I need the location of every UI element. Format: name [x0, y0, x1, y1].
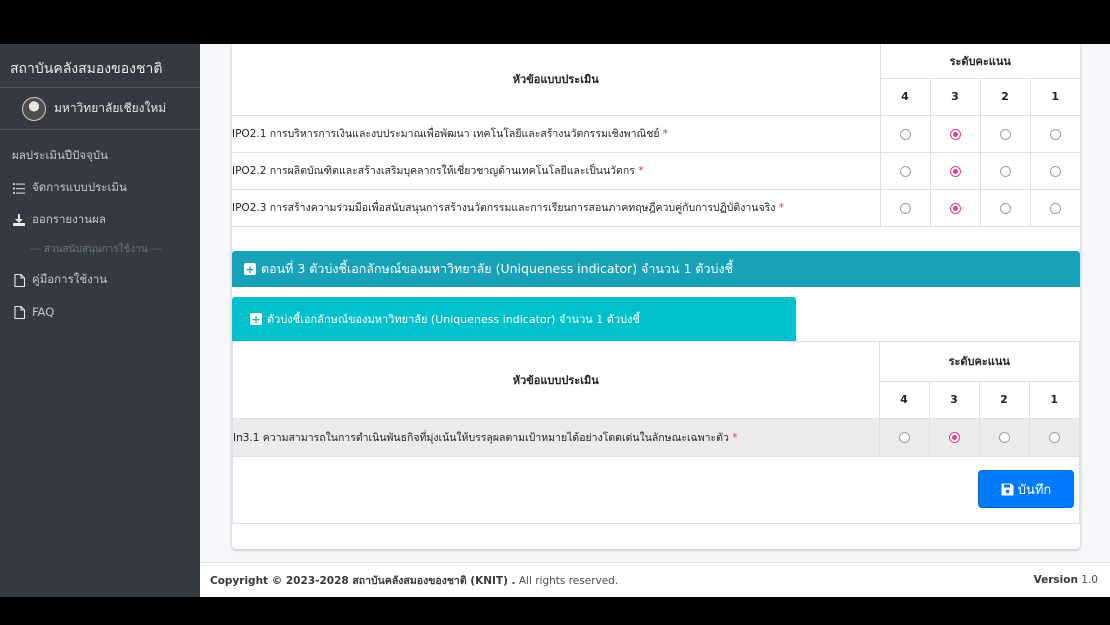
score-radio-4[interactable]	[899, 165, 911, 177]
plus-square-icon[interactable]: +	[250, 313, 262, 325]
app-window: สถาบันคลังสมองของชาติ มหาวิทยาลัยเชียงให…	[0, 44, 1110, 597]
sidebar-item-label: ผลประเมินปีปัจจุบัน	[12, 148, 109, 162]
brand-title[interactable]: สถาบันคลังสมองของชาติ	[0, 44, 200, 88]
score-radio-1[interactable]	[1049, 128, 1061, 140]
required-mark: *	[638, 165, 644, 177]
score-radio-3[interactable]	[949, 165, 961, 177]
section3-title: ตอนที่ 3 ตัวบ่งชี้เอกลักษณ์ของมหาวิทยาลั…	[261, 261, 734, 276]
score-radio-3[interactable]	[948, 432, 960, 443]
score-radio-2[interactable]	[999, 128, 1011, 140]
sub-tab-title: ตัวบ่งชี้เอกลักษณ์ของมหาวิทยาลัย (Unique…	[267, 313, 640, 326]
column-header-score: ระดับคะแนน	[878, 342, 1079, 382]
table-row: IPO2.2 การผลิตบัณฑิตและสร้างเสริมบุคลากร…	[232, 152, 1080, 190]
sidebar-item-manual[interactable]: คู่มือการใช้งาน	[0, 264, 200, 296]
copyright-text: Copyright © 2023-2028 สถาบันคลังสมองของช…	[210, 574, 516, 587]
file-icon	[12, 273, 26, 287]
plus-square-icon[interactable]: +	[244, 263, 256, 275]
section3-header[interactable]: + ตอนที่ 3 ตัวบ่งชี้เอกลักษณ์ของมหาวิทยา…	[232, 251, 1080, 287]
user-panel[interactable]: มหาวิทยาลัยเชียงใหม่	[0, 88, 200, 130]
sidebar-item-label: ออกรายงานผล	[32, 212, 106, 226]
sidebar: สถาบันคลังสมองของชาติ มหาวิทยาลัยเชียงให…	[0, 44, 200, 597]
score-radio-3[interactable]	[949, 128, 961, 140]
score-radio-4[interactable]	[899, 202, 911, 214]
page-footer: Copyright © 2023-2028 สถาบันคลังสมองของช…	[200, 562, 1110, 597]
sidebar-item-label: FAQ	[32, 305, 55, 319]
sidebar-item-export-report[interactable]: ออกรายงานผล	[0, 204, 200, 236]
column-header-question: หัวข้อแบบประเมิน	[233, 342, 879, 419]
download-icon	[12, 213, 26, 227]
uniqueness-card: หัวข้อแบบประเมิน ระดับคะแนน 4 3 2 1 In3.…	[232, 341, 1080, 524]
sidebar-item-label: คู่มือการใช้งาน	[32, 272, 108, 286]
save-button[interactable]: บันทึก	[978, 470, 1074, 508]
score-radio-2[interactable]	[998, 432, 1010, 443]
score-radio-4[interactable]	[898, 432, 910, 443]
sidebar-section-header: --- ส่วนสนับสนุนการใช้งาน ---	[30, 244, 162, 255]
score-level-header: 2	[979, 78, 1030, 116]
sidebar-item-label: จัดการแบบประเมิน	[32, 180, 127, 194]
version-label: Version	[1033, 574, 1078, 586]
question-cell: In3.1 ความสามารถในการดำเนินพันธกิจที่มุ่…	[233, 418, 879, 457]
required-mark: *	[778, 202, 784, 214]
score-level-header: 4	[878, 381, 929, 419]
card-footer-space	[233, 457, 1079, 523]
score-radio-4[interactable]	[899, 128, 911, 140]
score-level-header: 4	[879, 78, 930, 116]
main-content: หัวข้อแบบประเมิน ระดับคะแนน 4 3 2 1 IPO2…	[200, 44, 1110, 597]
required-mark: *	[732, 431, 738, 444]
screen-bottom-bar	[0, 597, 1110, 625]
score-radio-2[interactable]	[999, 165, 1011, 177]
question-text: IPO2.3 การสร้างความร่วมมือเพื่อสนับสนุนก…	[232, 202, 776, 214]
sidebar-item-faq[interactable]: FAQ	[0, 296, 200, 328]
question-text: In3.1 ความสามารถในการดำเนินพันธกิจที่มุ่…	[233, 431, 729, 444]
score-radio-1[interactable]	[1049, 165, 1061, 177]
question-cell: IPO2.2 การผลิตบัณฑิตและสร้างเสริมบุคลากร…	[232, 152, 880, 190]
evaluation-table-part2: หัวข้อแบบประเมิน ระดับคะแนน 4 3 2 1 IPO2…	[232, 44, 1080, 227]
sidebar-item-current-results[interactable]: ผลประเมินปีปัจจุบัน	[0, 140, 200, 172]
score-radio-1[interactable]	[1048, 432, 1060, 443]
version-value: 1.0	[1077, 574, 1098, 586]
version: Version 1.0	[1034, 574, 1098, 586]
required-mark: *	[662, 128, 669, 140]
score-level-header: 1	[1028, 381, 1079, 419]
list-icon	[12, 181, 26, 195]
score-level-header: 3	[929, 78, 980, 116]
score-radio-1[interactable]	[1049, 202, 1061, 214]
score-radio-2[interactable]	[999, 202, 1011, 214]
column-header-question: หัวข้อแบบประเมิน	[232, 44, 880, 116]
score-level-header: 3	[928, 381, 979, 419]
table-row: In3.1 ความสามารถในการดำเนินพันธกิจที่มุ่…	[233, 418, 1079, 457]
question-text: IPO2.1 การบริหารการเงินและงบประมาณเพื่อพ…	[232, 128, 660, 140]
sidebar-nav: ผลประเมินปีปัจจุบัน จัดการแบบประเมิน ออก…	[0, 130, 200, 328]
file-icon	[12, 305, 26, 319]
copyright: Copyright © 2023-2028 สถาบันคลังสมองของช…	[210, 572, 618, 589]
sidebar-item-manage-forms[interactable]: จัดการแบบประเมิน	[0, 172, 200, 204]
user-name[interactable]: มหาวิทยาลัยเชียงใหม่	[54, 99, 166, 118]
score-level-header: 2	[978, 381, 1029, 419]
table-row: IPO2.1 การบริหารการเงินและงบประมาณเพื่อพ…	[232, 115, 1080, 153]
screen-top-bar	[0, 0, 1110, 44]
score-level-header: 1	[1029, 78, 1080, 116]
save-button-label: บันทึก	[1017, 482, 1052, 498]
rights-text: All rights reserved.	[515, 574, 619, 587]
avatar	[22, 96, 46, 121]
evaluation-table-part3: หัวข้อแบบประเมิน ระดับคะแนน 4 3 2 1 In3.…	[233, 342, 1079, 457]
table-row: IPO2.3 การสร้างความร่วมมือเพื่อสนับสนุนก…	[232, 189, 1080, 227]
score-radio-3[interactable]	[949, 202, 961, 214]
question-cell: IPO2.1 การบริหารการเงินและงบประมาณเพื่อพ…	[232, 115, 880, 153]
column-header-score: ระดับคะแนน	[879, 44, 1080, 79]
section3-sub-tab[interactable]: + ตัวบ่งชี้เอกลักษณ์ของมหาวิทยาลัย (Uniq…	[232, 297, 796, 341]
question-text: IPO2.2 การผลิตบัณฑิตและสร้างเสริมบุคลากร…	[232, 165, 635, 177]
save-icon	[1001, 483, 1014, 496]
question-cell: IPO2.3 การสร้างความร่วมมือเพื่อสนับสนุนก…	[232, 189, 880, 227]
